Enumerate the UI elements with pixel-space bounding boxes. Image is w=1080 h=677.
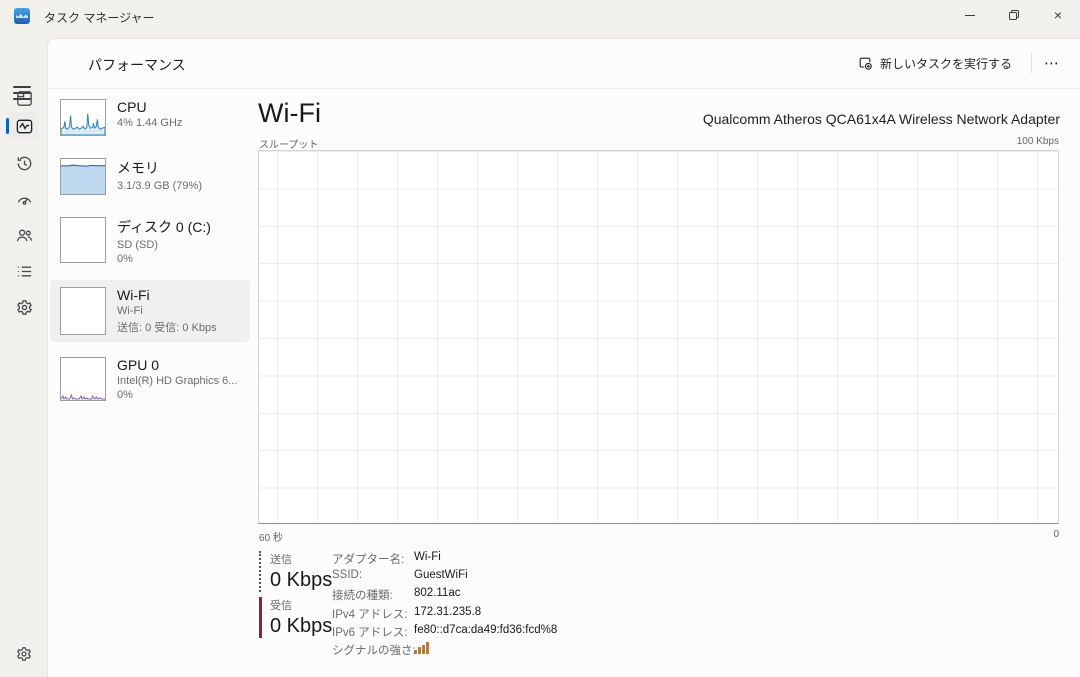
perf-item-title: GPU 0: [117, 357, 237, 373]
window-title: タスク マネージャー: [44, 9, 155, 26]
throughput-label: スループット: [259, 136, 318, 151]
restore-button[interactable]: [992, 0, 1036, 30]
perf-item-gpu0[interactable]: GPU 0 Intel(R) HD Graphics 6... 0%: [50, 350, 250, 408]
services-icon: [15, 298, 34, 317]
perf-item-title: メモリ: [117, 158, 202, 178]
perf-item-sub: Intel(R) HD Graphics 6...: [117, 375, 237, 387]
perf-item-disk0[interactable]: ディスク 0 (C:) SD (SD) 0%: [50, 210, 250, 272]
perf-item-sub2: 送信: 0 受信: 0 Kbps: [117, 319, 217, 335]
gpu-sparkline: [60, 357, 106, 401]
details-icon: [15, 262, 34, 281]
task-manager-app-icon: [14, 8, 30, 24]
perf-item-wifi[interactable]: Wi-Fi Wi-Fi 送信: 0 受信: 0 Kbps: [50, 280, 250, 342]
settings-button[interactable]: [9, 640, 39, 668]
field-label-ipv6: IPv6 アドレス:: [332, 624, 414, 640]
perf-item-sub: 4% 1.44 GHz: [117, 117, 182, 129]
restore-icon: [1008, 9, 1020, 21]
performance-sidebar-list: CPU 4% 1.44 GHz メモリ 3.1/3.9 GB (79%) ディス…: [50, 92, 250, 408]
perf-item-title: ディスク 0 (C:): [117, 217, 211, 237]
sidebar-item-app-history[interactable]: [9, 149, 39, 177]
field-label-signal: シグナルの強さ:: [332, 642, 414, 658]
sidebar-item-performance[interactable]: [9, 112, 39, 140]
detail-title: Wi-Fi: [258, 98, 321, 129]
field-value-ipv6: fe80::d7ca:da49:fd36:fcd%8: [414, 624, 557, 636]
minimize-button[interactable]: [948, 0, 992, 30]
field-label-ssid: SSID:: [332, 569, 414, 581]
wifi-sparkline: [60, 287, 106, 335]
sidebar-item-users[interactable]: [9, 221, 39, 249]
cpu-sparkline: [60, 99, 106, 136]
perf-item-sub2: 0%: [117, 253, 211, 265]
perf-item-title: Wi-Fi: [117, 287, 217, 303]
chart-time-window: 60 秒: [259, 529, 283, 544]
page-title: パフォーマンス: [88, 55, 186, 75]
sidebar-item-details[interactable]: [9, 257, 39, 285]
users-icon: [15, 226, 34, 245]
chart-max-scale: 100 Kbps: [1017, 136, 1059, 147]
more-options-icon: ⋯: [1044, 54, 1060, 72]
memory-sparkline: [60, 158, 106, 195]
close-button[interactable]: ×: [1036, 0, 1080, 30]
adapter-fields: アダプター名: Wi-Fi SSID: GuestWiFi 接続の種類: 802…: [332, 551, 557, 660]
field-label-ipv4: IPv4 アドレス:: [332, 606, 414, 622]
perf-item-cpu[interactable]: CPU 4% 1.44 GHz: [50, 92, 250, 143]
sidebar-item-startup-apps[interactable]: [9, 185, 39, 213]
perf-item-sub: 3.1/3.9 GB (79%): [117, 180, 202, 192]
field-value-signal: [414, 642, 557, 657]
more-options-button[interactable]: ⋯: [1038, 50, 1066, 76]
header-button-divider: [1031, 53, 1032, 73]
sidebar-item-services[interactable]: [9, 293, 39, 321]
close-icon: ×: [1054, 7, 1062, 23]
header-divider: [48, 88, 1080, 89]
new-task-icon: [857, 55, 873, 71]
signal-strength-icon: [414, 642, 429, 654]
settings-gear-icon: [15, 645, 33, 663]
chart-min-scale: 0: [1053, 529, 1059, 540]
field-value-ssid: GuestWiFi: [414, 569, 557, 581]
run-new-task-button[interactable]: 新しいタスクを実行する: [849, 50, 1020, 76]
performance-icon: [15, 117, 34, 136]
startup-icon: [15, 190, 34, 209]
field-label-connection-type: 接続の種類:: [332, 587, 414, 603]
nav-rail: [0, 32, 47, 676]
field-label-adapter: アダプター名:: [332, 551, 414, 567]
field-value-adapter: Wi-Fi: [414, 551, 557, 563]
perf-item-sub: SD (SD): [117, 239, 211, 251]
perf-item-sub: Wi-Fi: [117, 305, 217, 317]
perf-item-memory[interactable]: メモリ 3.1/3.9 GB (79%): [50, 151, 250, 202]
field-value-ipv4: 172.31.235.8: [414, 606, 557, 618]
throughput-chart[interactable]: [258, 150, 1059, 524]
perf-item-sub2: 0%: [117, 389, 237, 401]
titlebar: タスク マネージャー ×: [0, 0, 1080, 32]
sidebar-item-processes[interactable]: [9, 84, 39, 112]
processes-icon: [15, 89, 34, 108]
perf-item-title: CPU: [117, 99, 182, 115]
disk-sparkline: [60, 217, 106, 263]
minimize-icon: [965, 15, 975, 16]
history-icon: [15, 154, 34, 173]
field-value-connection-type: 802.11ac: [414, 587, 557, 599]
run-new-task-label: 新しいタスクを実行する: [880, 55, 1012, 72]
adapter-name: Qualcomm Atheros QCA61x4A Wireless Netwo…: [703, 111, 1060, 127]
